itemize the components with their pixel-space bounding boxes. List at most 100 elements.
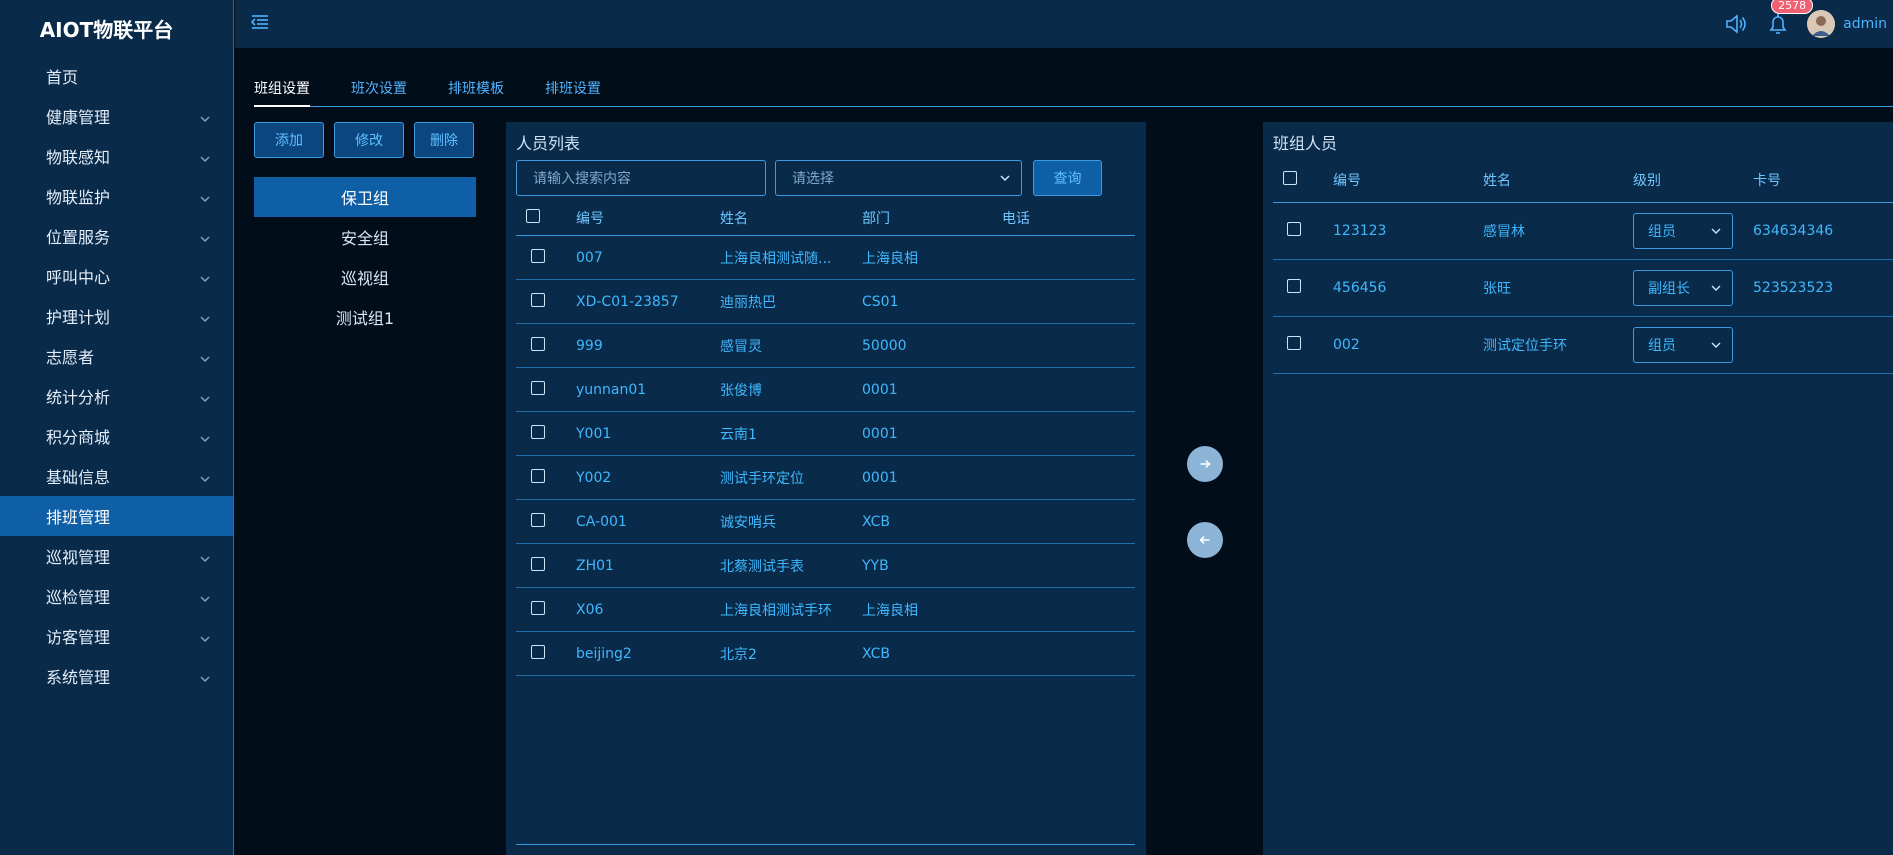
move-left-button[interactable] [1187, 522, 1223, 558]
row-checkbox[interactable] [1287, 279, 1301, 293]
group-item[interactable]: 测试组1 [254, 297, 476, 337]
avatar[interactable] [1807, 10, 1836, 38]
username[interactable]: admin [1843, 16, 1887, 32]
cell-id: 002 [1333, 337, 1360, 353]
sidebar-item[interactable]: 巡视管理 [0, 536, 233, 576]
tab-item[interactable]: 班次设置 [351, 76, 407, 106]
select-placeholder: 请选择 [792, 171, 834, 187]
checkbox-cell [516, 600, 576, 619]
row-checkbox[interactable] [531, 380, 545, 395]
notification-badge: 2578 [1771, 0, 1814, 14]
table-row[interactable]: ZH01 北蔡测试手表 YYB [516, 544, 1135, 588]
table-row[interactable]: yunnan01 张俊博 0001 [516, 368, 1135, 412]
row-checkbox[interactable] [531, 556, 545, 571]
level-select-value: 组员 [1648, 338, 1676, 354]
cell-id: 007 [576, 249, 603, 266]
move-right-button[interactable] [1187, 446, 1223, 482]
bell-icon[interactable]: 2578 [1765, 0, 1814, 37]
table-row[interactable]: 123123 感冒林 组员 634634346 [1273, 203, 1893, 260]
group-item[interactable]: 巡视组 [254, 257, 476, 297]
table-row[interactable]: Y002 测试手环定位 0001 [516, 456, 1135, 500]
cell-id: yunnan01 [576, 381, 647, 398]
row-checkbox[interactable] [531, 292, 545, 307]
sidebar-item[interactable]: 物联感知 [0, 136, 233, 176]
sidebar-item[interactable]: 位置服务 [0, 216, 233, 256]
members-table-header: 编号 姓名 级别 卡号 [1273, 158, 1893, 203]
row-checkbox[interactable] [531, 644, 545, 659]
row-checkbox[interactable] [531, 600, 545, 615]
header-cell [516, 208, 576, 227]
cell-level: 副组长 [1633, 270, 1753, 306]
checkbox-cell [516, 424, 576, 443]
sidebar-menu: 首页 健康管理 物联感知 物联监护 位置服务呼叫中心护理计划 志愿者 统计分析积分商城基础信… [0, 56, 233, 696]
tab-item[interactable]: 排班设置 [545, 76, 601, 106]
sidebar-item[interactable]: 访客管理 [0, 616, 233, 656]
select-all-checkbox[interactable] [526, 208, 540, 223]
sidebar-item[interactable]: 统计分析 [0, 376, 233, 416]
delete-button[interactable]: 删除 [414, 122, 474, 158]
cell-name: 感冒林 [1483, 224, 1525, 240]
sidebar-item[interactable]: 物联监护 [0, 176, 233, 216]
group-item[interactable]: 安全组 [254, 217, 476, 257]
sidebar-item[interactable]: 系统管理 [0, 656, 233, 696]
level-select[interactable]: 副组长 [1633, 270, 1733, 306]
table-row[interactable]: XD-C01-23857 迪丽热巴 CS01 [516, 280, 1135, 324]
table-row[interactable]: beijing2 北京2 XCB [516, 632, 1135, 676]
group-item[interactable]: 保卫组 [254, 177, 476, 217]
add-button[interactable]: 添加 [254, 122, 324, 158]
sidebar-item-label: 排班管理 [46, 508, 111, 527]
tab-item[interactable]: 班组设置 [254, 76, 310, 107]
cell-name: 测试手环定位 [720, 470, 804, 487]
speaker-icon[interactable] [1723, 11, 1749, 37]
cell-id: XD-C01-23857 [576, 293, 679, 310]
department-select[interactable]: 请选择 [775, 160, 1022, 196]
tab-item[interactable]: 排班模板 [448, 76, 504, 106]
column-header: 编号 [1333, 173, 1361, 189]
sidebar-item[interactable]: 健康管理 [0, 96, 233, 136]
sidebar-item[interactable]: 积分商城 [0, 416, 233, 456]
query-button[interactable]: 查询 [1033, 160, 1102, 196]
level-select[interactable]: 组员 [1633, 327, 1733, 363]
select-all-checkbox[interactable] [1283, 171, 1297, 185]
table-row[interactable]: 456456 张旺 副组长 523523523 [1273, 260, 1893, 317]
sidebar-item[interactable]: 巡检管理 [0, 576, 233, 616]
chevron-down-icon [1710, 339, 1722, 351]
top-header: 2578 admin [235, 0, 1893, 48]
search-input[interactable]: 请输入搜索内容 [516, 160, 766, 196]
row-checkbox[interactable] [1287, 222, 1301, 236]
cell-dept: CS01 [862, 293, 899, 310]
sidebar-item-label: 呼叫中心 [46, 268, 111, 287]
row-checkbox[interactable] [531, 248, 545, 263]
level-select[interactable]: 组员 [1633, 213, 1733, 249]
table-row[interactable]: CA-001 诚安哨兵 XCB [516, 500, 1135, 544]
row-checkbox[interactable] [531, 336, 545, 351]
menu-collapse-icon[interactable] [250, 14, 269, 30]
table-row[interactable]: Y001 云南1 0001 [516, 412, 1135, 456]
sidebar-item-label: 访客管理 [46, 628, 111, 647]
sidebar-item[interactable]: 首页 [0, 56, 233, 96]
table-row[interactable]: 999 感冒灵 50000 [516, 324, 1135, 368]
cell-name: 诚安哨兵 [720, 514, 776, 531]
table-row[interactable]: X06 上海良相测试手环 上海良相 [516, 588, 1135, 632]
row-checkbox[interactable] [531, 512, 545, 527]
cell-id: Y001 [576, 425, 612, 442]
table-row[interactable]: 007 上海良相测试随... 上海良相 [516, 236, 1135, 280]
arrow-right-icon [1200, 459, 1211, 469]
row-checkbox[interactable] [531, 424, 545, 439]
sidebar-item[interactable]: 护理计划 [0, 296, 233, 336]
edit-button[interactable]: 修改 [334, 122, 404, 158]
sidebar: AIOT物联平台 首页 健康管理 物联感知 物联监护 位置服务 呼叫中心 护理计划 志愿者 统计… [0, 0, 234, 855]
arrow-left-icon [1199, 535, 1210, 545]
sidebar-item[interactable]: 志愿者 [0, 336, 233, 376]
cell-id: 123123 [1333, 223, 1387, 239]
cell-dept: 0001 [862, 425, 898, 442]
sidebar-item-label: 积分商城 [46, 428, 111, 447]
sidebar-item-label: 巡视管理 [46, 548, 111, 567]
table-row[interactable]: 002 测试定位手环 组员 [1273, 317, 1893, 374]
sidebar-item[interactable]: 基础信息 [0, 456, 233, 496]
sidebar-item[interactable]: 排班管理 [0, 496, 233, 536]
cell-id: Y002 [576, 469, 612, 486]
row-checkbox[interactable] [531, 468, 545, 483]
sidebar-item[interactable]: 呼叫中心 [0, 256, 233, 296]
row-checkbox[interactable] [1287, 336, 1301, 350]
